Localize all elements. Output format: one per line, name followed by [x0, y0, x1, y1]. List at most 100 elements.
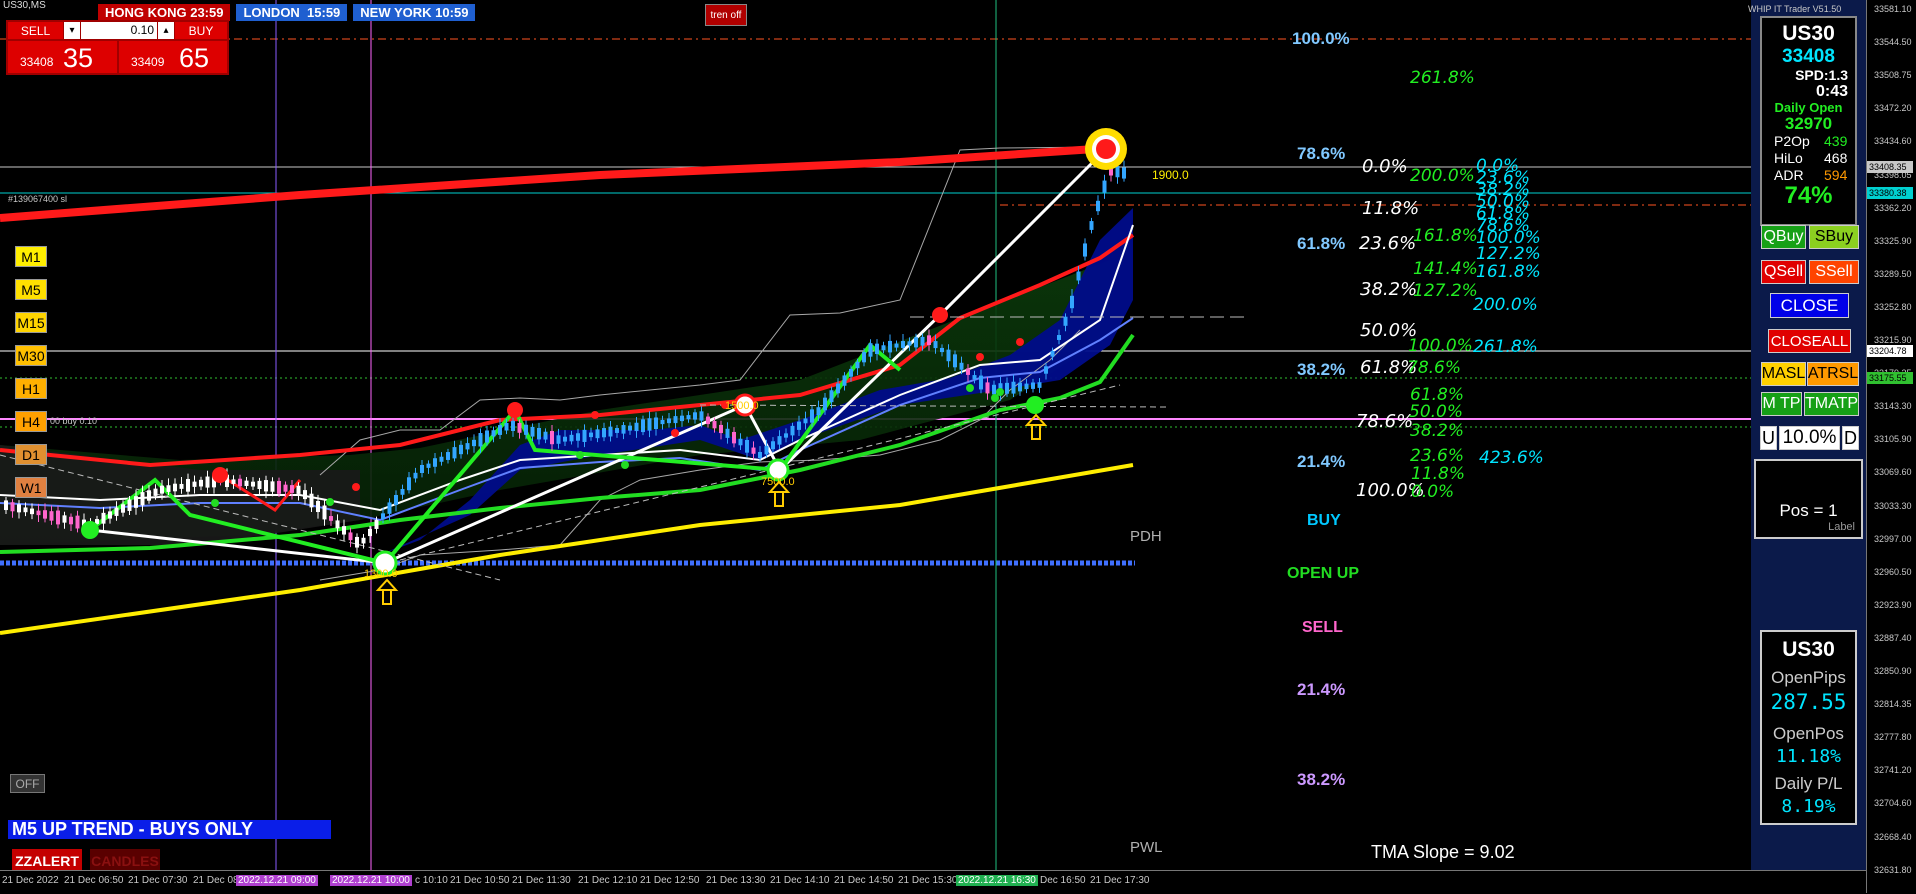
candle-body	[979, 375, 983, 390]
fib-level-green: 200.0%	[1410, 166, 1475, 186]
fib-level-cyan: 261.8%	[1473, 337, 1538, 357]
atrsl-button[interactable]: ATRSL	[1807, 362, 1859, 386]
price-axis-label: 32631.80	[1874, 864, 1912, 875]
candle-body	[134, 496, 138, 508]
sbuy-button[interactable]: SBuy	[1809, 225, 1859, 249]
lot-size-input[interactable]: 0.10	[81, 22, 157, 39]
candle-body	[426, 463, 431, 468]
risk-percent-input[interactable]: 10.0%	[1779, 426, 1840, 450]
candle-body	[940, 347, 944, 353]
candle-body	[491, 430, 496, 437]
candle-body	[901, 341, 905, 348]
price-axis-label: 33215.90	[1874, 335, 1912, 345]
candle-body	[166, 485, 171, 492]
adr-label: ADR	[1774, 167, 1804, 183]
time-axis-label: 2022.12.21 09:00	[236, 875, 318, 886]
buy-button[interactable]: BUY	[175, 22, 227, 39]
sell-price-small: 33408	[20, 55, 54, 69]
swing-low-marker	[81, 521, 99, 539]
risk-up-button[interactable]: U	[1760, 426, 1777, 450]
qbuy-button[interactable]: QBuy	[1761, 225, 1806, 249]
candle-body	[348, 532, 353, 541]
candle-body	[875, 343, 879, 355]
price-axis[interactable]	[1866, 0, 1916, 893]
candle-body	[634, 422, 639, 432]
position-sub-label: Label	[1828, 521, 1855, 533]
candle-body	[543, 431, 548, 440]
candle-body	[465, 443, 470, 450]
candle-body	[1076, 271, 1081, 281]
pips-symbol: US30	[1782, 638, 1835, 661]
p2op-label: P2Op	[1774, 133, 1810, 149]
indicator-tag: WHIP IT Trader V51.50	[1748, 4, 1842, 14]
open-pips-label: OpenPips	[1771, 668, 1846, 687]
candle-body	[686, 415, 691, 420]
tf-m30-button[interactable]: M30	[15, 345, 47, 366]
candles-button[interactable]: CANDLES	[90, 849, 160, 872]
p2op-value: 439	[1824, 133, 1848, 149]
swing-low-marker	[1026, 396, 1044, 414]
qsell-button[interactable]: QSell	[1761, 260, 1806, 284]
closeall-button[interactable]: CLOSEALL	[1768, 329, 1851, 353]
tmatp-button[interactable]: TMATP	[1804, 392, 1859, 416]
candle-body	[62, 515, 67, 523]
tf-d1-button[interactable]: D1	[15, 444, 47, 465]
candle-body	[862, 352, 866, 363]
candle-body	[127, 499, 132, 511]
candle-body	[17, 504, 21, 513]
one-click-panel: SELL ▾ 0.10 ▴ BUY 33408 35 33409 65	[6, 20, 229, 75]
candle-body	[1005, 382, 1009, 394]
candle-body	[972, 375, 977, 380]
candle-body	[608, 426, 613, 437]
candle-body	[556, 435, 561, 444]
ssell-button[interactable]: SSell	[1809, 260, 1859, 284]
time-axis-label: 21 Dec 06:50	[64, 875, 124, 886]
pdh-label: PDH	[1130, 528, 1162, 545]
candle-body	[920, 336, 925, 346]
buy-price-button[interactable]: 33409 65	[119, 41, 227, 73]
candle-body	[478, 433, 483, 447]
candle-body	[881, 345, 886, 351]
sell-price-button[interactable]: 33408 35	[8, 41, 117, 73]
candle-body	[303, 490, 307, 500]
tf-w1-button[interactable]: W1	[15, 477, 47, 498]
sell-button[interactable]: SELL	[8, 22, 63, 39]
candle-body	[985, 382, 990, 394]
fib-level-white: 0.0%	[1362, 156, 1408, 177]
candle-body	[23, 507, 28, 513]
tf-m5-button[interactable]: M5	[15, 279, 47, 300]
tf-m1-button[interactable]: M1	[15, 246, 47, 267]
candle-body	[472, 439, 476, 447]
candle-body	[595, 429, 600, 439]
time-axis-label: 21 Dec 13:30	[706, 875, 766, 886]
trend-toggle-button[interactable]: tren off	[705, 4, 747, 26]
tf-m15-button[interactable]: M15	[15, 312, 47, 333]
tf-h4-button[interactable]: H4	[15, 411, 47, 432]
fib-level-white: 23.6%	[1359, 233, 1417, 254]
candle-body	[771, 441, 775, 450]
candle-body	[842, 375, 847, 386]
price-axis-label: 32777.80	[1874, 732, 1912, 743]
off-toggle-button[interactable]: OFF	[10, 774, 45, 793]
candle-body	[1018, 382, 1022, 392]
daily-open-value: 32970	[1784, 114, 1833, 133]
tf-h1-button[interactable]: H1	[15, 378, 47, 399]
price-chart[interactable]	[0, 0, 1916, 893]
candle-body	[257, 480, 262, 490]
fib-level-white: 78.6%	[1356, 411, 1414, 432]
position-count: Pos = 1	[1779, 501, 1838, 520]
lot-up-button[interactable]: ▴	[158, 22, 174, 39]
zigzag-value-label: 1300.0	[364, 568, 398, 580]
masl-button[interactable]: MASL	[1761, 362, 1806, 386]
candle-body	[647, 418, 652, 431]
mtp-button[interactable]: M TP	[1761, 392, 1802, 416]
zzalert-button[interactable]: ZZALERT	[12, 849, 82, 872]
close-button[interactable]: CLOSE	[1770, 293, 1849, 318]
lot-down-button[interactable]: ▾	[64, 22, 80, 39]
adr-value: 594	[1824, 167, 1848, 183]
candle-body	[43, 510, 47, 519]
candle-body	[114, 507, 119, 516]
risk-down-button[interactable]: D	[1842, 426, 1859, 450]
candle-body	[329, 516, 333, 521]
red-trendline	[0, 144, 1111, 222]
